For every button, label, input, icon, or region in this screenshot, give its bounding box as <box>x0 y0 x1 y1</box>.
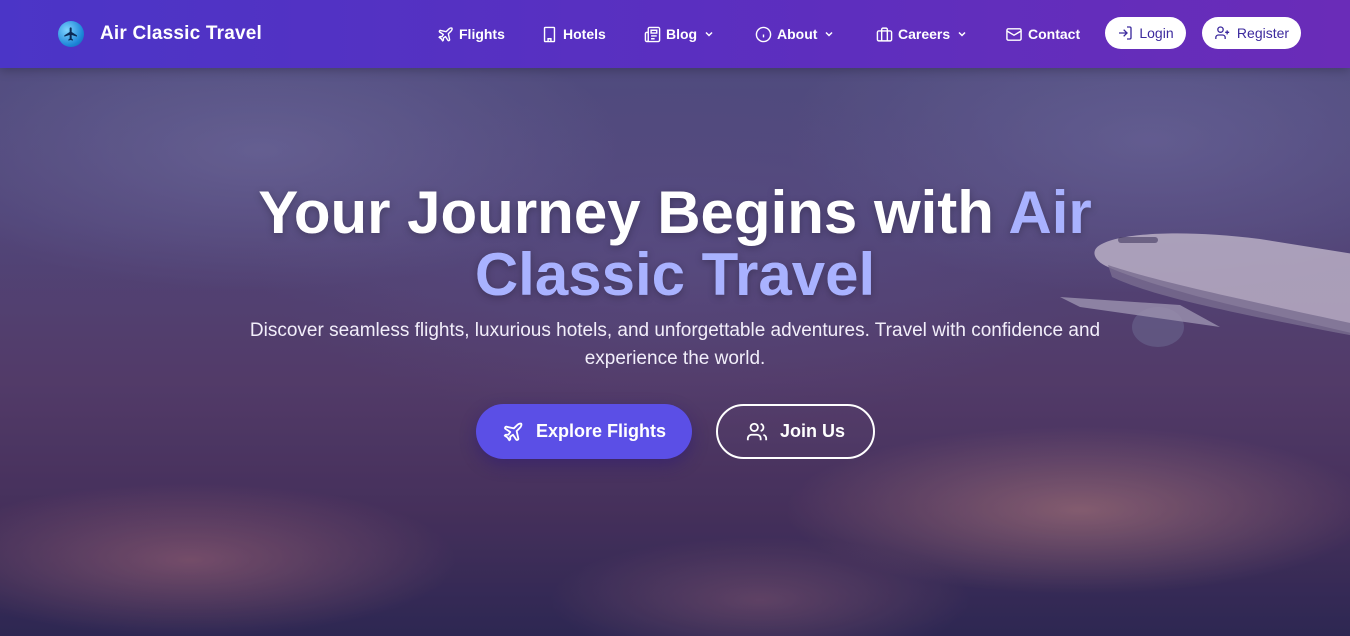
users-icon <box>746 422 768 440</box>
nav-careers[interactable]: Careers <box>876 23 968 45</box>
chevron-down-icon <box>958 31 966 37</box>
brand-link[interactable]: Air Classic Travel <box>58 18 262 50</box>
envelope-icon <box>1006 27 1022 41</box>
nav-contact[interactable]: Contact <box>1005 23 1080 45</box>
register-button[interactable]: Register <box>1202 17 1301 49</box>
hero-subtext: Discover seamless flights, luxurious hot… <box>249 320 1101 369</box>
hero-headline: Your Journey Begins with Air Classic Tra… <box>0 182 1350 306</box>
chevron-down-icon <box>825 31 833 37</box>
airplane-icon <box>503 422 523 441</box>
explore-flights-button[interactable]: Explore Flights <box>476 404 692 459</box>
brand-name: Air Classic Travel <box>100 23 263 44</box>
nav-about-label: About <box>777 26 818 42</box>
building-icon <box>543 26 556 42</box>
login-label: Login <box>1139 25 1174 41</box>
nav-hotels[interactable]: Hotels <box>541 23 606 45</box>
explore-flights-label: Explore Flights <box>535 421 667 441</box>
nav-hotels-label: Hotels <box>563 26 606 42</box>
register-label: Register <box>1236 25 1290 41</box>
nav-flights-label: Flights <box>459 26 505 42</box>
headline-accent-air: Air <box>1008 179 1092 246</box>
briefcase-icon <box>876 26 893 42</box>
headline-accent-brand: Classic Travel <box>474 241 876 308</box>
airplane-icon <box>438 26 453 42</box>
nav-careers-label: Careers <box>898 26 951 42</box>
newspaper-icon <box>644 26 661 42</box>
headline-text: Your Journey Begins with <box>258 179 1009 246</box>
nav-about[interactable]: About <box>755 23 835 45</box>
join-us-label: Join Us <box>779 421 845 441</box>
login-arrow-icon <box>1119 26 1133 40</box>
chevron-down-icon <box>705 31 713 37</box>
top-navbar: Air Classic Travel Flights Hotels Blog A… <box>0 0 1350 68</box>
join-us-button[interactable]: Join Us <box>716 404 875 459</box>
globe-airplane-icon <box>58 21 84 47</box>
login-button[interactable]: Login <box>1105 17 1186 49</box>
nav-blog[interactable]: Blog <box>644 23 715 45</box>
info-circle-icon <box>755 26 772 42</box>
user-plus-icon <box>1215 26 1230 39</box>
nav-flights[interactable]: Flights <box>437 23 505 45</box>
nav-contact-label: Contact <box>1028 26 1081 42</box>
nav-blog-label: Blog <box>666 26 698 42</box>
